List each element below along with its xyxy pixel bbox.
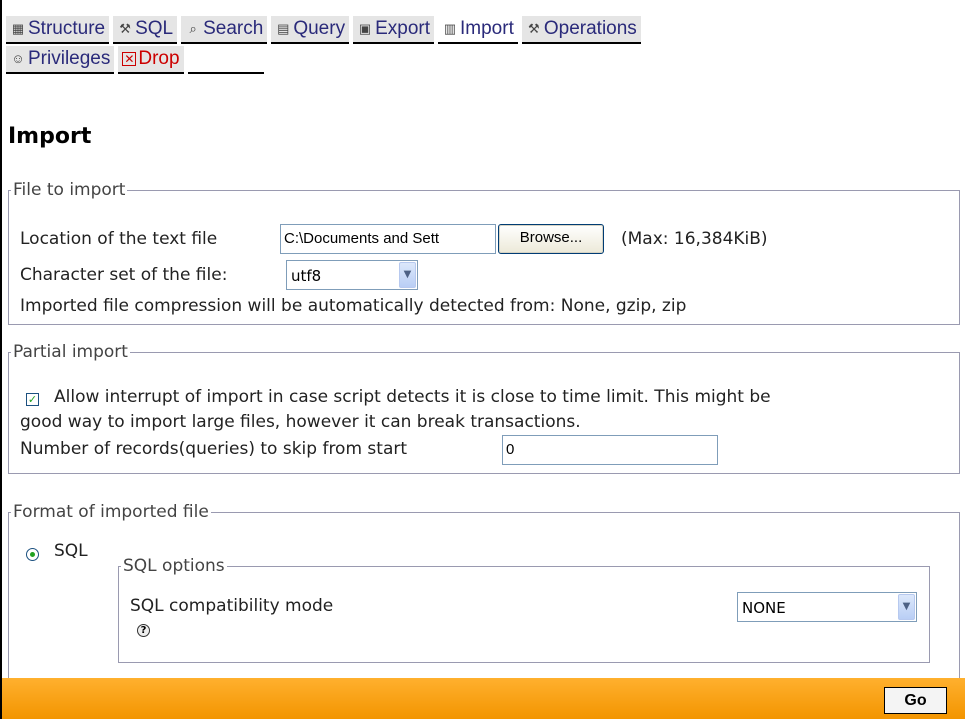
tab-sql[interactable]: ⚒ SQL [113,16,178,44]
tab-query[interactable]: ▤ Query [271,16,350,44]
skip-records-input[interactable]: 0 [502,435,718,465]
help-icon[interactable]: ? [137,624,150,637]
sql-compat-label: SQL compatibility mode [130,596,334,616]
tab-sql-label: SQL [135,18,174,39]
tab-import-label: Import [460,18,514,39]
search-icon: ⌕ [189,21,197,36]
tab-operations-label: Operations [543,18,637,39]
sql-options-legend: SQL options [123,556,225,576]
tab-query-label: Query [293,18,346,39]
tab-row-2: ☺ Privileges ✕ Drop [6,44,264,74]
partial-import-legend: Partial import [13,342,128,362]
tab-structure[interactable]: ▦ Structure [6,16,110,44]
tab-row-1: ▦ Structure ⚒ SQL ⌕ Search ▤ Query ▣ Exp… [6,14,906,44]
page-title: Import [8,124,92,149]
charset-select[interactable]: utf8 ▼ [286,260,418,290]
tab-row-2-underline [187,46,264,74]
tab-export-label: Export [375,18,430,39]
max-size-label: (Max: 16,384KiB) [621,229,768,249]
tab-drop-label: Drop [138,48,180,69]
tab-drop[interactable]: ✕ Drop [118,46,184,74]
allow-interrupt-text-line2: good way to import large files, however … [20,412,581,432]
tab-operations[interactable]: ⚒ Operations [521,16,641,44]
sql-compat-select-value: NONE [742,599,786,617]
export-icon: ▣ [358,21,372,36]
chevron-down-icon: ▼ [898,594,915,620]
allow-interrupt-text-line1: Allow interrupt of import in case script… [54,387,771,407]
location-label: Location of the text file [20,229,218,249]
allow-interrupt-checkbox[interactable]: ✓ [26,393,39,406]
file-path-input[interactable]: C:\Documents and Sett [280,224,496,254]
import-icon: ▥ [443,21,457,36]
go-button[interactable]: Go [884,687,947,714]
tab-export[interactable]: ▣ Export [353,16,434,44]
format-legend: Format of imported file [13,502,209,522]
charset-label: Character set of the file: [20,265,228,285]
sql-format-radio[interactable] [26,548,39,561]
sql-icon: ⚒ [119,21,131,36]
tab-structure-label: Structure [28,18,106,39]
structure-icon: ▦ [11,21,25,36]
tab-privileges-label: Privileges [28,48,111,69]
file-to-import-legend: File to import [13,180,126,200]
tab-privileges[interactable]: ☺ Privileges [6,46,115,74]
operations-icon: ⚒ [528,21,540,36]
sql-format-label: SQL [54,541,88,561]
compression-note: Imported file compression will be automa… [20,296,687,316]
tab-search[interactable]: ⌕ Search [181,16,268,44]
drop-icon: ✕ [122,52,137,66]
chevron-down-icon: ▼ [399,262,416,288]
tab-import[interactable]: ▥ Import [438,16,518,44]
browse-button[interactable]: Browse... [498,224,604,254]
skip-records-label: Number of records(queries) to skip from … [20,439,408,459]
tab-bar: ▦ Structure ⚒ SQL ⌕ Search ▤ Query ▣ Exp… [6,14,906,74]
footer-bar: Go [2,678,965,719]
query-icon: ▤ [277,21,290,36]
sql-compat-select[interactable]: NONE ▼ [737,592,917,622]
privileges-icon: ☺ [11,51,25,66]
tab-search-label: Search [203,18,264,39]
charset-select-value: utf8 [291,267,322,285]
